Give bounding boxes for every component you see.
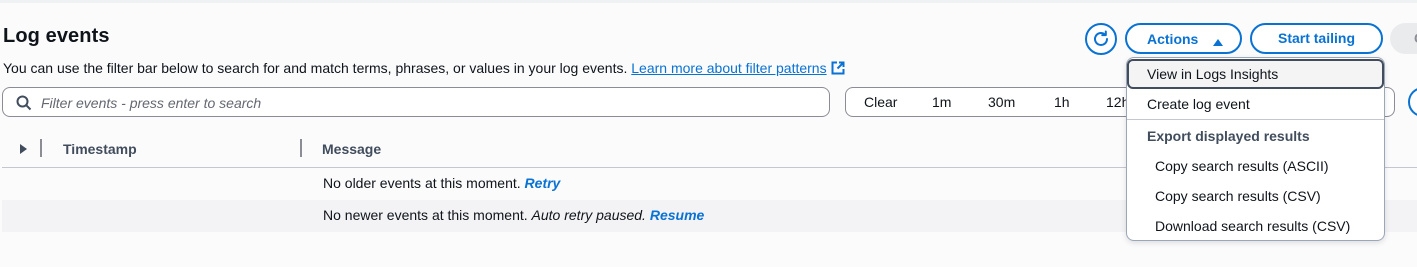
menu-item-download-csv[interactable]: Download search results (CSV) <box>1127 211 1384 241</box>
caret-up-icon <box>1212 34 1224 50</box>
search-icon <box>16 95 32 116</box>
filter-search-box[interactable] <box>2 87 830 118</box>
menu-divider <box>1127 119 1384 120</box>
column-divider[interactable] <box>300 139 302 157</box>
actions-button-label: Actions <box>1147 31 1199 47</box>
column-header-message[interactable]: Message <box>322 141 381 157</box>
menu-item-create-log-event[interactable]: Create log event <box>1127 89 1384 119</box>
range-option-30m[interactable]: 30m <box>988 94 1015 110</box>
column-divider[interactable] <box>40 139 42 157</box>
range-option-1m[interactable]: 1m <box>932 94 951 110</box>
learn-more-link[interactable]: Learn more about filter patterns <box>631 60 826 76</box>
retry-link[interactable]: Retry <box>525 175 561 191</box>
actions-button[interactable]: Actions <box>1125 23 1242 54</box>
date-picker-button[interactable] <box>1408 87 1417 117</box>
menu-item-view-in-logs-insights[interactable]: View in Logs Insights <box>1127 59 1384 89</box>
menu-item-copy-csv[interactable]: Copy search results (CSV) <box>1127 181 1384 211</box>
range-option-1h[interactable]: 1h <box>1054 94 1070 110</box>
range-option-clear[interactable]: Clear <box>864 94 897 110</box>
column-header-timestamp[interactable]: Timestamp <box>63 141 137 157</box>
refresh-button[interactable] <box>1085 23 1117 55</box>
expand-all-icon[interactable] <box>18 142 28 160</box>
external-link-icon[interactable] <box>831 61 845 78</box>
description: You can use the filter bar below to sear… <box>3 60 845 78</box>
row-message-text: No newer events at this moment. <box>323 207 528 223</box>
actions-dropdown-menu: View in Logs Insights Create log event E… <box>1126 57 1385 241</box>
row-message-text: No older events at this moment. <box>323 175 521 191</box>
start-tailing-button[interactable]: Start tailing <box>1250 23 1383 54</box>
learn-more-link-text: Learn more about filter patterns <box>631 60 827 76</box>
row-message: No newer events at this moment. Auto ret… <box>323 207 704 223</box>
top-divider <box>0 0 1417 3</box>
row-message-italic: Auto retry paused. <box>531 207 646 223</box>
menu-group-export: Export displayed results <box>1147 128 1310 144</box>
filter-search-input[interactable] <box>39 88 803 118</box>
disabled-button: C <box>1390 23 1417 54</box>
page-title: Log events <box>3 25 110 47</box>
description-text: You can use the filter bar below to sear… <box>3 60 628 76</box>
resume-link[interactable]: Resume <box>650 207 704 223</box>
row-message: No older events at this moment. Retry <box>323 175 560 191</box>
menu-item-copy-ascii[interactable]: Copy search results (ASCII) <box>1127 151 1384 181</box>
